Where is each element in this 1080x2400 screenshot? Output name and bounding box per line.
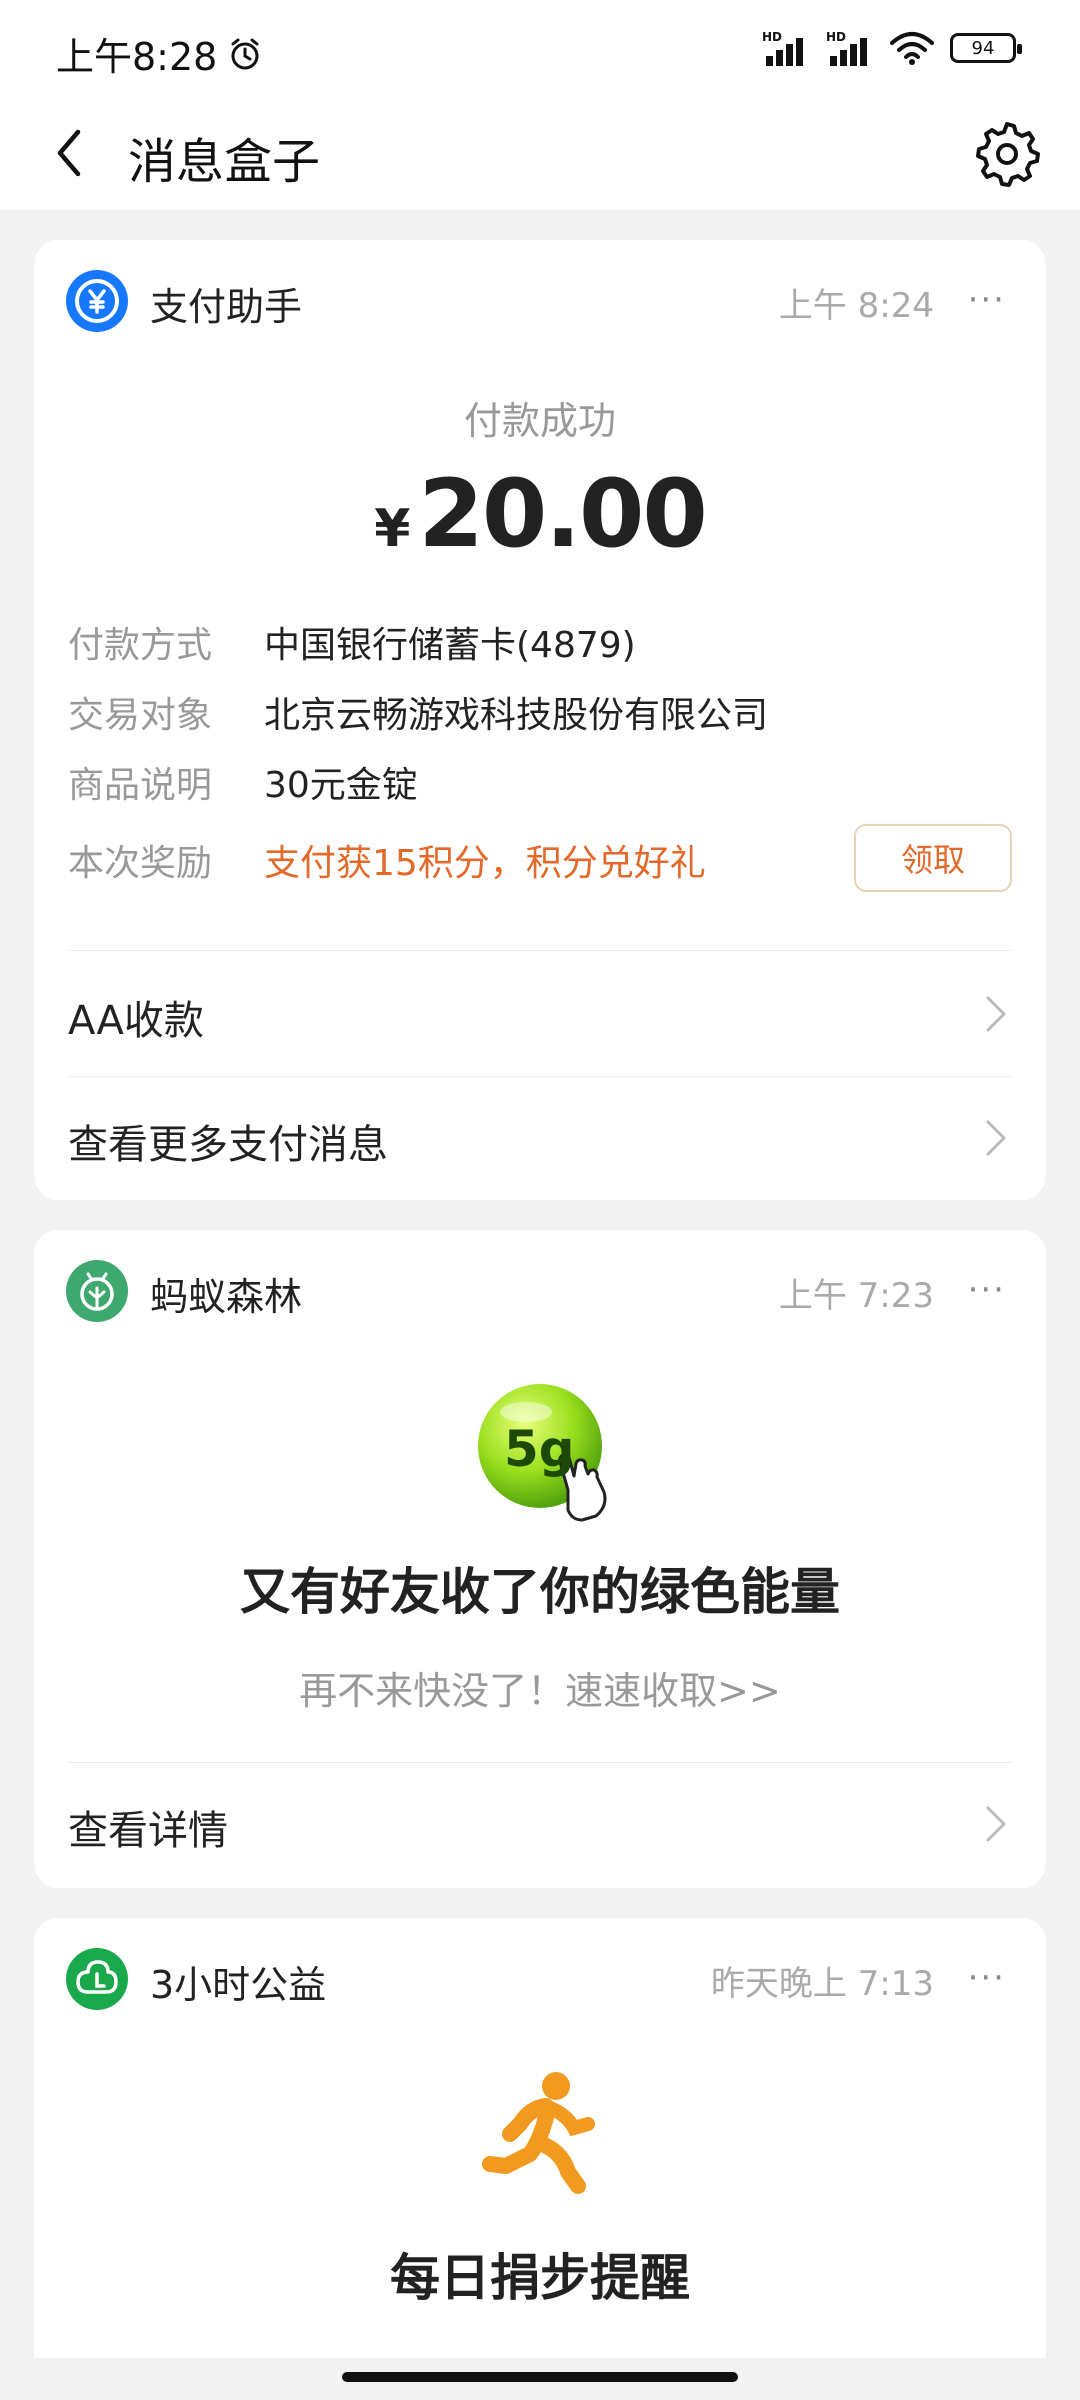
runner-icon <box>482 2072 595 2194</box>
forest-subtitle[interactable]: 再不来快没了！速速收取>> <box>34 1660 1046 1715</box>
card-header: 3小时公益 昨天晚上 7:13 ··· <box>34 1918 1046 2038</box>
link-label: 查看更多支付消息 <box>68 1122 388 1168</box>
more-options-button[interactable]: ··· <box>968 1958 1006 1998</box>
chevron-right-icon <box>986 1120 1006 1156</box>
energy-ball-image: 5g <box>464 1378 644 1528</box>
payment-status: 付款成功 <box>463 399 616 443</box>
payment-notification-card[interactable]: 支付助手 上午 8:24 ··· 付款成功 ¥20.00 付款方式 中国银行储蓄… <box>34 240 1046 1200</box>
app-name: 支付助手 <box>150 285 303 329</box>
status-time: 上午8:28 <box>56 26 263 81</box>
detail-row-reward: 本次奖励 支付获15积分，积分兑好礼 <box>68 834 706 886</box>
detail-value: 北京云畅游戏科技股份有限公司 <box>264 695 769 736</box>
detail-label: 交易对象 <box>68 695 213 736</box>
signal-icon: HD <box>826 30 874 66</box>
chevron-right-icon <box>986 1806 1006 1842</box>
more-options-button[interactable]: ··· <box>968 280 1006 320</box>
detail-value: 中国银行储蓄卡(4879) <box>264 625 636 666</box>
payment-amount: ¥20.00 <box>34 460 1046 569</box>
page-title: 消息盒子 <box>128 134 321 190</box>
notification-time: 上午 7:23 <box>778 1276 934 1316</box>
energy-amount: 5g <box>504 1420 575 1478</box>
detail-row-payment-method: 付款方式 中国银行储蓄卡(4879) <box>68 616 636 668</box>
forest-title: 又有好友收了你的绿色能量 <box>240 1563 840 1621</box>
charity-notification-card[interactable]: 3小时公益 昨天晚上 7:13 ··· 每日捐步提醒 <box>34 1918 1046 2358</box>
currency-symbol: ¥ <box>374 499 411 559</box>
navbar: 消息盒子 <box>0 100 1080 210</box>
notification-time: 昨天晚上 7:13 <box>710 1964 934 2004</box>
clock-icon <box>231 38 259 69</box>
aa-collect-link[interactable]: AA收款 <box>34 952 1046 1076</box>
signal-icon: HD <box>762 30 810 66</box>
reward-text[interactable]: 支付获15积分，积分兑好礼 <box>264 834 706 886</box>
view-details-link[interactable]: 查看详情 <box>34 1762 1046 1886</box>
claim-reward-button[interactable]: 领取 <box>854 824 1012 892</box>
more-payment-messages-link[interactable]: 查看更多支付消息 <box>34 1076 1046 1200</box>
divider <box>68 950 1012 951</box>
status-bar: 上午8:28 HD HD 94 <box>0 0 1080 100</box>
yen-icon <box>66 270 128 332</box>
battery-icon: 94 <box>950 33 1022 63</box>
wifi-icon <box>890 32 934 65</box>
settings-gear-icon[interactable] <box>970 116 1044 190</box>
detail-label: 付款方式 <box>68 625 213 666</box>
forest-icon <box>66 1260 128 1322</box>
card-header: 蚂蚁森林 上午 7:23 ··· <box>34 1230 1046 1350</box>
detail-row-product: 商品说明 30元金锭 <box>68 756 418 808</box>
app-name: 蚂蚁森林 <box>150 1275 303 1319</box>
link-label: 查看详情 <box>68 1808 228 1854</box>
detail-label: 本次奖励 <box>68 843 213 884</box>
battery-level: 94 <box>971 37 995 59</box>
home-indicator[interactable] <box>342 2372 738 2382</box>
status-indicators: HD HD 94 <box>762 30 1022 66</box>
status-time-text: 上午8:28 <box>56 35 218 79</box>
detail-row-merchant: 交易对象 北京云畅游戏科技股份有限公司 <box>68 686 768 738</box>
notification-time: 上午 8:24 <box>778 286 934 326</box>
chevron-right-icon <box>986 996 1006 1032</box>
back-arrow-icon[interactable] <box>40 118 110 188</box>
detail-value: 30元金锭 <box>264 765 418 806</box>
link-label: AA收款 <box>68 998 204 1044</box>
amount-value: 20.00 <box>418 460 707 569</box>
card-header: 支付助手 上午 8:24 ··· <box>34 240 1046 360</box>
charity-icon <box>66 1948 128 2010</box>
detail-label: 商品说明 <box>68 765 213 806</box>
charity-title: 每日捐步提醒 <box>390 2249 690 2307</box>
app-name: 3小时公益 <box>150 1963 327 2007</box>
more-options-button[interactable]: ··· <box>968 1270 1006 1310</box>
forest-notification-card[interactable]: 蚂蚁森林 上午 7:23 ··· 5g 又有好友收了你的绿色能量 再不来快没了！… <box>34 1230 1046 1888</box>
